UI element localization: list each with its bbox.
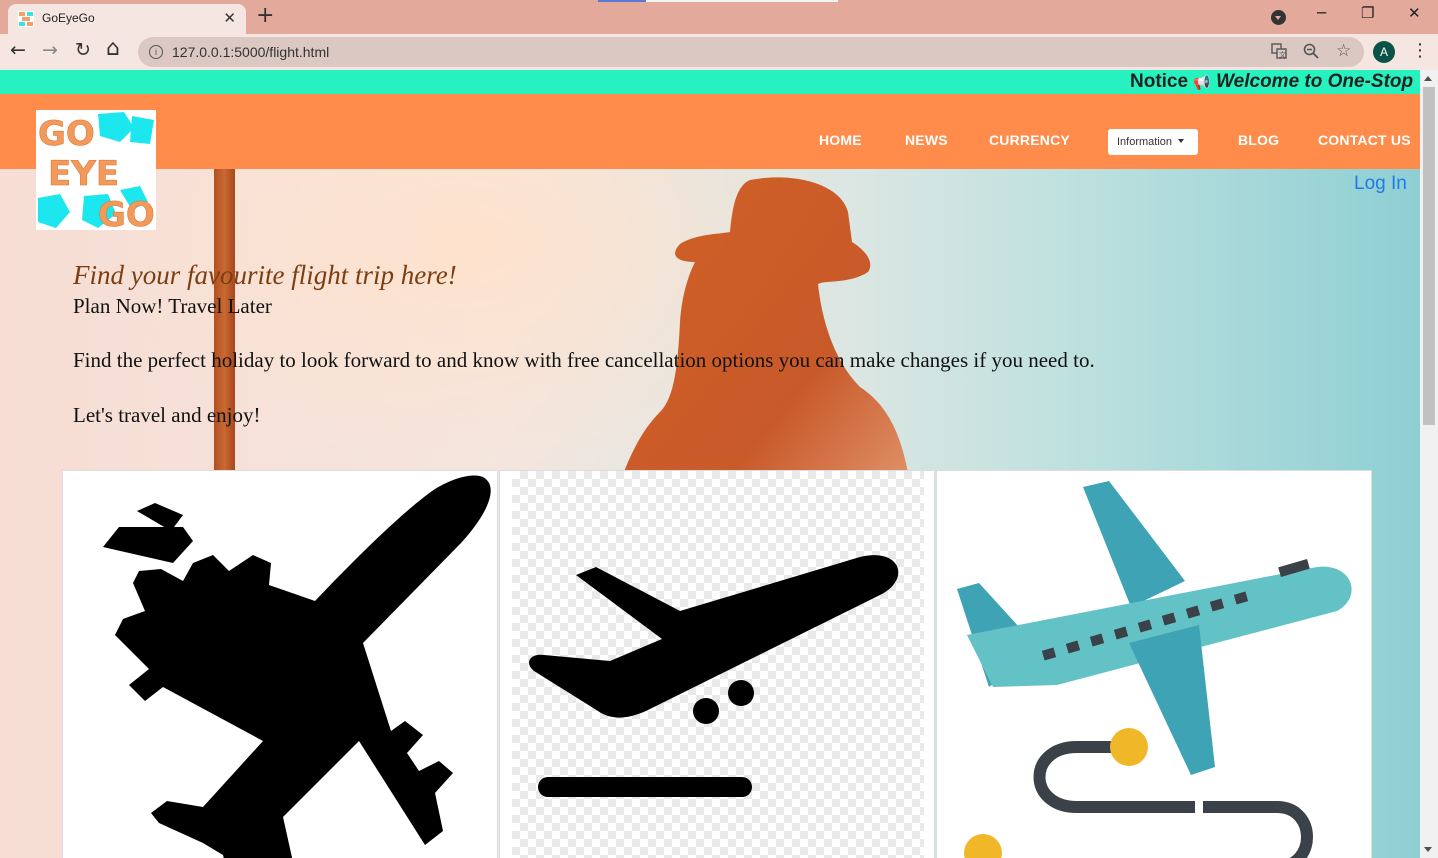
tab-close-icon[interactable]: ✕ [223,9,236,27]
site-info-icon[interactable]: i [149,45,163,59]
site-navbar [0,94,1420,169]
airplane-route-icon [957,481,1352,858]
scrollbar-thumb[interactable] [1423,87,1435,425]
logo-graphic: GO EYE GO [38,112,155,230]
nav-news-link[interactable]: NEWS [905,132,948,148]
nav-blog-link[interactable]: BLOG [1238,132,1279,148]
flight-cards [62,470,1372,858]
hero-heading: Find your favourite flight trip here! [73,260,457,290]
flight-card[interactable] [62,470,498,858]
login-link[interactable]: Log In [1354,173,1407,195]
flight-card[interactable] [936,470,1372,858]
scroll-down-icon[interactable] [1424,847,1432,852]
new-tab-button[interactable]: + [256,3,274,28]
browser-tab[interactable]: GoEyeGo ✕ [8,4,246,34]
logo-line-3: GO [98,195,155,230]
url-text[interactable]: 127.0.0.1:5000/flight.html [172,44,329,60]
notice-message: Welcome to One-Stop T [1216,71,1420,92]
logo-line-1: GO [38,114,95,154]
nav-contact-link[interactable]: CONTACT US [1318,132,1411,148]
megaphone-icon: 📢 [1193,74,1211,90]
flight-card[interactable] [499,470,935,858]
information-dropdown-label: Information [1117,136,1173,148]
close-window-button[interactable]: ✕ [1408,4,1421,22]
forward-button[interactable]: → [42,39,58,61]
browser-menu-icon[interactable]: ⋮ [1411,40,1429,61]
tab-search-icon[interactable] [1271,10,1286,25]
site-logo[interactable]: GO EYE GO [36,110,156,230]
page-scrollbar[interactable] [1420,70,1438,858]
profile-avatar[interactable]: A [1373,41,1395,63]
back-button[interactable]: ← [10,39,26,61]
tab-title: GoEyeGo [42,11,95,25]
scroll-up-icon[interactable] [1424,76,1432,81]
notice-label: Notice [1130,71,1189,92]
notice-text: Notice 📢 Welcome to One-Stop T [1130,71,1420,93]
airplane-silhouette-icon [103,475,491,858]
hero-subheading: Plan Now! Travel Later [73,294,272,319]
caret-down-icon [1178,139,1185,143]
information-dropdown[interactable]: Information [1108,129,1198,155]
translate-icon[interactable]: 文 [1271,43,1287,63]
reload-button[interactable]: ↻ [75,39,91,61]
browser-tab-bar: GoEyeGo ✕ + ─ ❐ ✕ [0,0,1438,34]
nav-currency-link[interactable]: CURRENCY [989,132,1070,148]
home-button[interactable]: ⌂ [106,36,120,61]
notice-marquee: Notice 📢 Welcome to One-Stop T [0,70,1420,94]
zoom-out-icon[interactable] [1303,43,1319,63]
tab-strip-highlight [646,0,838,2]
page-viewport: Notice 📢 Welcome to One-Stop T GO EYE GO… [0,70,1438,858]
tab-strip-highlight [598,0,646,2]
minimize-button[interactable]: ─ [1317,4,1326,22]
logo-line-2: EYE [48,154,119,194]
svg-text:文: 文 [1279,50,1286,59]
nav-home-link[interactable]: HOME [819,132,862,148]
address-bar[interactable]: i 127.0.0.1:5000/flight.html 文 ☆ [138,37,1364,67]
restore-button[interactable]: ❐ [1361,4,1374,22]
hero-paragraph: Find the perfect holiday to look forward… [73,348,1095,373]
browser-toolbar: ← → ↻ ⌂ i 127.0.0.1:5000/flight.html 文 ☆… [0,34,1438,70]
bookmark-star-icon[interactable]: ☆ [1336,41,1351,61]
hero-text-block: Find your favourite flight trip here! Pl… [73,258,1095,429]
hero-paragraph: Let's travel and enjoy! [73,402,261,427]
favicon-icon [18,11,34,27]
airplane-takeoff-icon [529,555,899,797]
